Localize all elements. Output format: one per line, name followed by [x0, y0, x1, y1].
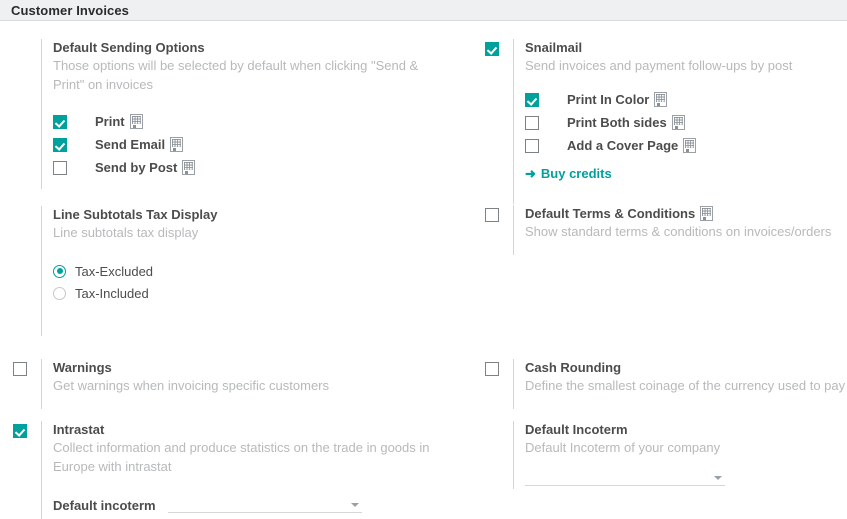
- tax-excluded-label: Tax-Excluded: [75, 263, 154, 279]
- setting-title: Default Incoterm: [525, 422, 628, 437]
- intrastat-checkbox-slot[interactable]: [0, 421, 41, 438]
- print-in-color-label-wrap: Print In Color: [567, 92, 668, 107]
- print-label: Print: [95, 114, 125, 129]
- default-incoterm-value-right: [525, 466, 543, 481]
- setting-cash-rounding: Cash Rounding Define the smallest coinag…: [424, 359, 847, 409]
- section-header: Customer Invoices: [0, 0, 847, 21]
- setting-content: Default Terms & Conditions Show standard…: [513, 205, 847, 255]
- send-by-post-label: Send by Post: [95, 160, 178, 175]
- default-terms-conditions-title: Default Terms & Conditions: [525, 206, 696, 221]
- print-both-sides-checkbox[interactable]: [525, 115, 539, 130]
- setting-description: Define the smallest coinage of the curre…: [525, 378, 846, 393]
- building-icon: [671, 115, 685, 130]
- setting-description: Default Incoterm of your company: [525, 440, 721, 455]
- snailmail-checkbox-slot[interactable]: [424, 39, 513, 56]
- building-icon: [129, 114, 143, 129]
- setting-default-terms-conditions: Default Terms & Conditions Show standard…: [424, 205, 847, 255]
- building-icon: [683, 138, 697, 153]
- setting-description: Collect information and produce statisti…: [53, 440, 430, 474]
- page-title: Customer Invoices: [11, 2, 130, 18]
- arrow-right-icon: ➜: [525, 166, 536, 181]
- radio-tax-excluded[interactable]: Tax-Excluded: [53, 260, 424, 282]
- sub-option-print-both-sides[interactable]: Print Both sides: [525, 111, 847, 134]
- default-incoterm-field-row-right: [525, 466, 847, 486]
- setting-title: Intrastat: [53, 422, 105, 437]
- building-icon: [170, 137, 184, 152]
- sub-option-add-cover-page[interactable]: Add a Cover Page: [525, 134, 847, 157]
- default-terms-checkbox-slot[interactable]: [424, 205, 513, 222]
- snailmail-checkbox[interactable]: [485, 42, 499, 56]
- buy-credits-label: Buy credits: [540, 166, 612, 181]
- send-by-post-label-wrap: Send by Post: [95, 160, 196, 175]
- chevron-down-icon: [714, 476, 722, 480]
- default-terms-conditions-checkbox[interactable]: [485, 208, 499, 222]
- building-icon: [654, 92, 668, 107]
- setting-title: Warnings: [53, 360, 112, 375]
- sub-option-print[interactable]: Print: [53, 110, 424, 133]
- setting-content: Intrastat Collect information and produc…: [41, 421, 438, 519]
- send-by-post-checkbox[interactable]: [53, 160, 67, 175]
- settings-body: Default Sending Options Those options wi…: [0, 21, 847, 519]
- default-incoterm-field-row: Default incoterm: [53, 493, 438, 513]
- buy-credits-link[interactable]: ➜ Buy credits: [525, 166, 612, 181]
- checkbox-slot-empty: [0, 39, 41, 42]
- setting-content: Default Incoterm Default Incoterm of you…: [513, 421, 847, 489]
- cash-rounding-checkbox-slot[interactable]: [424, 359, 513, 376]
- building-icon: [700, 206, 714, 221]
- print-both-sides-label-wrap: Print Both sides: [567, 115, 685, 130]
- setting-title: Cash Rounding: [525, 360, 622, 375]
- setting-warnings: Warnings Get warnings when invoicing spe…: [0, 359, 424, 409]
- tax-included-label: Tax-Included: [75, 285, 149, 301]
- send-email-checkbox[interactable]: [53, 137, 67, 152]
- radio-tax-included[interactable]: Tax-Included: [53, 282, 424, 304]
- send-email-label-wrap: Send Email: [95, 137, 184, 152]
- setting-description: Get warnings when invoicing specific cus…: [53, 378, 330, 393]
- setting-title: Default Terms & Conditions: [525, 205, 847, 222]
- setting-default-incoterm: Default Incoterm Default Incoterm of you…: [424, 421, 847, 489]
- print-checkbox[interactable]: [53, 114, 67, 129]
- add-a-cover-page-label-wrap: Add a Cover Page: [567, 138, 697, 153]
- setting-intrastat: Intrastat Collect information and produc…: [0, 421, 430, 519]
- print-in-color-checkbox[interactable]: [525, 92, 539, 107]
- send-email-label: Send Email: [95, 137, 166, 152]
- setting-title: Snailmail: [525, 40, 583, 55]
- add-a-cover-page-label: Add a Cover Page: [567, 138, 679, 153]
- warnings-checkbox[interactable]: [13, 362, 27, 376]
- building-icon: [182, 160, 196, 175]
- default-incoterm-dropdown[interactable]: [167, 493, 362, 513]
- default-incoterm-label: Default incoterm: [53, 498, 156, 513]
- default-incoterm-dropdown-right[interactable]: [525, 466, 725, 486]
- checkbox-slot-empty: [0, 206, 41, 209]
- setting-description: Those options will be selected by defaul…: [53, 58, 419, 92]
- cash-rounding-checkbox[interactable]: [485, 362, 499, 376]
- default-incoterm-value: [168, 493, 186, 508]
- sub-option-print-in-color[interactable]: Print In Color: [525, 88, 847, 111]
- setting-description: Send invoices and payment follow-ups by …: [525, 58, 793, 73]
- print-both-sides-label: Print Both sides: [567, 115, 667, 130]
- setting-title: Line Subtotals Tax Display: [53, 207, 218, 222]
- tax-included-radio[interactable]: [53, 286, 66, 300]
- print-label-wrap: Print: [95, 114, 143, 129]
- chevron-down-icon: [350, 503, 359, 507]
- setting-description: Show standard terms & conditions on invo…: [525, 224, 832, 239]
- checkbox-slot-empty: [424, 421, 513, 424]
- setting-content: Default Sending Options Those options wi…: [41, 39, 424, 189]
- setting-title: Default Sending Options: [53, 40, 205, 55]
- tax-excluded-radio[interactable]: [53, 264, 66, 278]
- setting-content: Snailmail Send invoices and payment foll…: [513, 39, 847, 204]
- setting-default-sending-options: Default Sending Options Those options wi…: [0, 39, 424, 189]
- sub-option-send-by-post[interactable]: Send by Post: [53, 156, 424, 179]
- setting-content: Line Subtotals Tax Display Line subtotal…: [41, 206, 424, 336]
- setting-content: Cash Rounding Define the smallest coinag…: [513, 359, 847, 409]
- setting-description: Line subtotals tax display: [53, 225, 199, 240]
- add-a-cover-page-checkbox[interactable]: [525, 138, 539, 153]
- setting-line-subtotals-tax-display: Line Subtotals Tax Display Line subtotal…: [0, 206, 424, 336]
- intrastat-checkbox[interactable]: [13, 424, 27, 438]
- setting-snailmail: Snailmail Send invoices and payment foll…: [424, 39, 847, 204]
- setting-content: Warnings Get warnings when invoicing spe…: [41, 359, 424, 409]
- print-in-color-label: Print In Color: [567, 92, 650, 107]
- sub-option-send-email[interactable]: Send Email: [53, 133, 424, 156]
- warnings-checkbox-slot[interactable]: [0, 359, 41, 376]
